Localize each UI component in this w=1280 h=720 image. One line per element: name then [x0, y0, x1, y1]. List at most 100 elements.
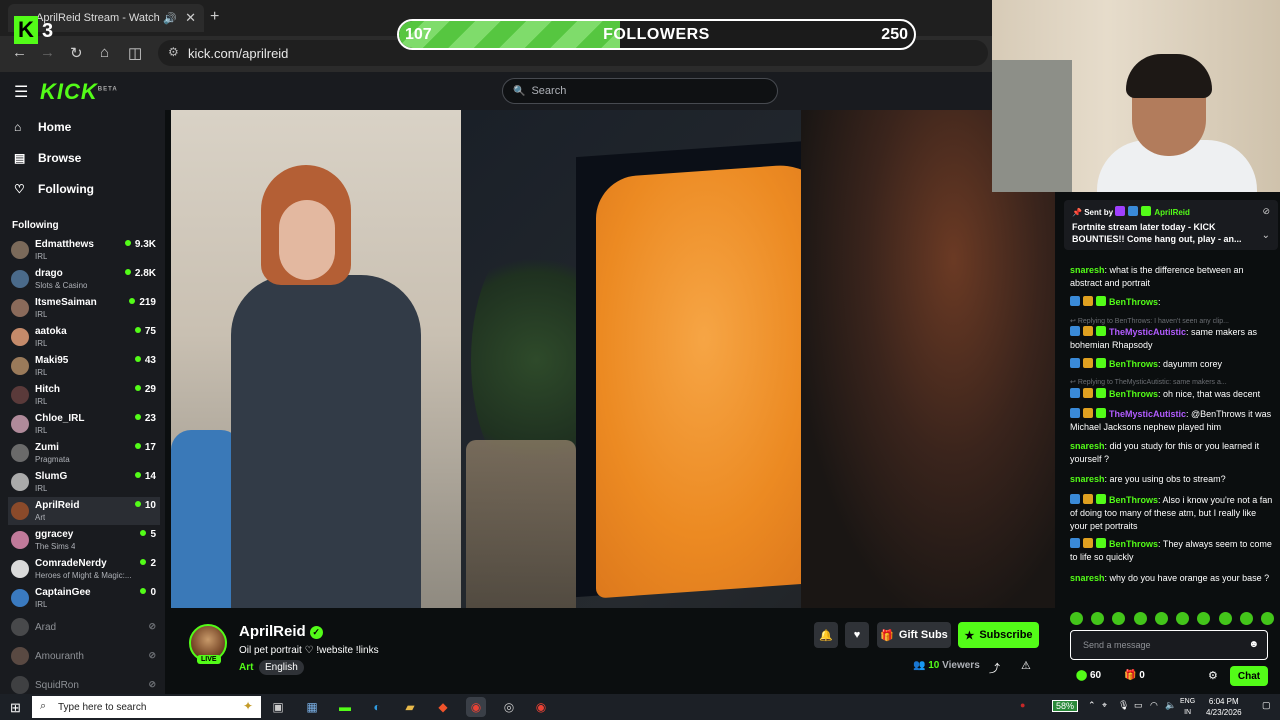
share-icon[interactable]: ⤴: [989, 660, 1000, 676]
sidebar-channel[interactable]: aatoka IRL 75: [8, 323, 160, 351]
emote-icon[interactable]: [1197, 612, 1211, 625]
obs-icon[interactable]: ◎: [499, 697, 519, 717]
forward-icon[interactable]: →: [40, 44, 55, 61]
emoji-icon[interactable]: ☻: [1248, 639, 1259, 650]
chat-username[interactable]: BenThrows: [1109, 389, 1158, 399]
sidebar-channel[interactable]: Chloe_IRL IRL 23: [8, 410, 160, 438]
sidebar-channel[interactable]: Hitch IRL 29: [8, 381, 160, 409]
sidebar-channel[interactable]: ItsmeSaiman IRL 219: [8, 294, 160, 322]
report-icon[interactable]: ⚠: [1021, 659, 1031, 672]
close-tab-icon[interactable]: ✕: [185, 10, 196, 26]
stream-category[interactable]: Art: [239, 662, 253, 673]
sidebar-channel[interactable]: drago Slots & Casino 2.8K: [8, 265, 160, 293]
chevron-down-icon[interactable]: ⌄: [1262, 230, 1270, 241]
microphone-icon[interactable]: 🎙: [1118, 700, 1129, 711]
pinned-message[interactable]: 📌 Sent by AprilReid Fortnite stream late…: [1064, 200, 1278, 250]
chat-username[interactable]: snaresh: [1070, 265, 1105, 275]
calculator-icon[interactable]: ▦: [302, 697, 322, 717]
gifts-count[interactable]: 🎁 0: [1124, 670, 1145, 681]
speaker-icon[interactable]: 🔊: [163, 12, 177, 25]
chat-send-button[interactable]: Chat: [1230, 666, 1268, 686]
chat-username[interactable]: TheMysticAutistic: [1109, 327, 1186, 337]
kick-logo[interactable]: KICKBETA: [40, 79, 118, 105]
emote-icon[interactable]: [1091, 612, 1105, 625]
chat-username[interactable]: BenThrows: [1109, 495, 1158, 505]
site-info-icon[interactable]: ⚙: [168, 45, 179, 59]
sidebar-channel[interactable]: CaptainGee IRL 0: [8, 584, 160, 612]
video-player[interactable]: [171, 110, 1055, 608]
chat-message[interactable]: snaresh: are you using obs to stream?: [1070, 473, 1274, 486]
chat-message[interactable]: TheMysticAutistic: same makers as bohemi…: [1070, 326, 1274, 352]
subscribe-button[interactable]: ★ Subscribe: [958, 622, 1039, 648]
streamer-name[interactable]: AprilReid ✓: [239, 623, 323, 640]
menu-icon[interactable]: ☰: [14, 82, 28, 102]
sidebar-channel[interactable]: ComradeNerdy Heroes of Might & Magic:... 2: [8, 555, 160, 583]
sidebar-channel[interactable]: AprilReid Art 10: [8, 497, 160, 525]
chrome-icon[interactable]: ◉: [466, 697, 486, 717]
record-icon[interactable]: ●: [1020, 700, 1025, 710]
emote-icon[interactable]: [1218, 612, 1232, 625]
brave-icon[interactable]: ◆: [433, 697, 453, 717]
chat-input[interactable]: Send a message ☻: [1070, 630, 1268, 660]
volume-icon[interactable]: 🔈: [1165, 700, 1176, 711]
terminal-icon[interactable]: ▬: [335, 697, 355, 717]
chat-message[interactable]: BenThrows: dayumm corey: [1070, 358, 1274, 371]
reload-icon[interactable]: ↻: [70, 44, 83, 62]
channel-points[interactable]: ⬤ 60: [1076, 670, 1101, 681]
chat-username[interactable]: BenThrows: [1109, 539, 1158, 549]
emote-icon[interactable]: [1176, 612, 1190, 625]
chat-message[interactable]: BenThrows: They always seem to come to l…: [1070, 538, 1274, 564]
sidebar-channel[interactable]: SlumG IRL 14: [8, 468, 160, 496]
emote-icon[interactable]: [1133, 612, 1147, 625]
language-indicator[interactable]: ENG IN: [1180, 696, 1195, 718]
sidebar-channel[interactable]: Zumi Pragmata 17: [8, 439, 160, 467]
system-clock[interactable]: 6:04 PM 4/23/2026: [1206, 696, 1242, 718]
task-view-icon[interactable]: ▣: [268, 697, 288, 717]
sidebar-channel[interactable]: Edmatthews IRL 9.3K: [8, 236, 160, 264]
chat-message[interactable]: snaresh: what is the difference between …: [1070, 264, 1274, 290]
chat-message[interactable]: BenThrows: Also i know you're not a fan …: [1070, 494, 1274, 533]
chat-username[interactable]: snaresh: [1070, 573, 1105, 583]
chat-message[interactable]: TheMysticAutistic: @BenThrows it was Mic…: [1070, 408, 1274, 434]
nav-browse[interactable]: ▤ Browse: [14, 151, 81, 165]
chat-username[interactable]: BenThrows: [1109, 297, 1158, 307]
chat-username[interactable]: TheMysticAutistic: [1109, 409, 1186, 419]
emote-icon[interactable]: [1260, 612, 1274, 625]
follow-heart-button[interactable]: ♥: [845, 622, 869, 648]
chat-username[interactable]: BenThrows: [1109, 359, 1158, 369]
windows-start-icon[interactable]: ⊞: [10, 700, 21, 716]
battery-indicator[interactable]: 58%: [1052, 700, 1079, 712]
emote-icon[interactable]: [1070, 612, 1083, 625]
chat-message[interactable]: BenThrows: oh nice, that was decent: [1070, 388, 1274, 401]
chat-message[interactable]: snaresh: why do you have orange as your …: [1070, 572, 1274, 585]
chrome-alt-icon[interactable]: ◉: [531, 697, 551, 717]
chevron-up-icon[interactable]: ⌃: [1088, 700, 1096, 711]
new-tab-button[interactable]: +: [210, 8, 219, 26]
emote-icon[interactable]: [1239, 612, 1253, 625]
language-tag[interactable]: English: [259, 660, 304, 675]
sidebar-channel-offline[interactable]: Arad ⊘: [8, 613, 160, 641]
chat-reply-context[interactable]: ↩ Replying to TheMysticAutistic: same ma…: [1070, 378, 1274, 386]
home-icon[interactable]: ⌂: [100, 44, 109, 61]
search-input[interactable]: 🔍 Search: [502, 78, 778, 104]
notifications-icon[interactable]: ▢: [1262, 700, 1271, 711]
unpin-icon[interactable]: ⊘: [1262, 206, 1270, 217]
nav-home[interactable]: ⌂ Home: [14, 120, 71, 134]
gift-subs-button[interactable]: 🎁 Gift Subs: [877, 622, 951, 648]
chat-message[interactable]: snaresh: did you study for this or you l…: [1070, 440, 1274, 466]
wifi-icon[interactable]: ◠: [1150, 700, 1158, 711]
edge-icon[interactable]: ◐: [367, 697, 387, 717]
chat-settings-icon[interactable]: ⚙: [1208, 669, 1218, 682]
notification-bell-button[interactable]: 🔔: [814, 622, 838, 648]
emote-icon[interactable]: [1154, 612, 1168, 625]
sidebar-channel[interactable]: ggracey The Sims 4 5: [8, 526, 160, 554]
back-icon[interactable]: ←: [12, 44, 27, 61]
sidebar-channel[interactable]: Maki95 IRL 43: [8, 352, 160, 380]
location-icon[interactable]: ⌖: [1102, 700, 1107, 711]
sidebar-channel-offline[interactable]: Amouranth ⊘: [8, 642, 160, 670]
sidebar-icon[interactable]: ◫: [128, 44, 142, 62]
chat-reply-context[interactable]: ↩ Replying to BenThrows: I haven't seen …: [1070, 317, 1274, 325]
chat-username[interactable]: snaresh: [1070, 474, 1105, 484]
taskbar-search[interactable]: ⌕ Type here to search ✦: [32, 696, 261, 718]
nav-following[interactable]: ♡ Following: [14, 182, 94, 196]
